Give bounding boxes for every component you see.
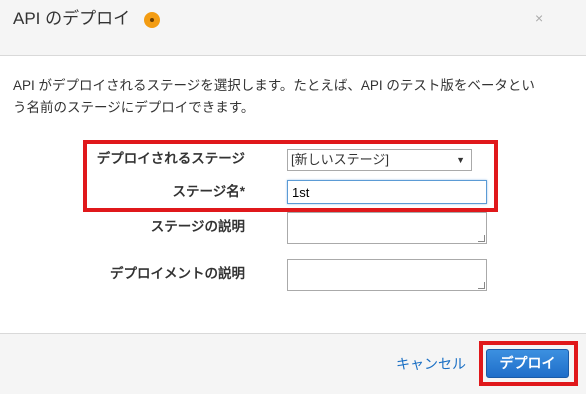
stage-name-label: ステージ名* [172, 184, 245, 199]
deploy-button[interactable]: デプロイ [486, 349, 569, 378]
stage-description-textarea[interactable] [287, 212, 487, 244]
modal-header: API のデプロイ × [0, 0, 586, 56]
modal-description: API がデプロイされるステージを選択します。たとえば、API のテスト版をベー… [13, 75, 573, 119]
chevron-down-icon: ▼ [456, 155, 465, 165]
deployment-description-textarea[interactable] [287, 259, 487, 291]
info-icon[interactable] [144, 12, 160, 28]
resize-handle-icon[interactable] [478, 235, 485, 242]
description-line-1: API がデプロイされるステージを選択します。たとえば、API のテスト版をベー… [13, 78, 535, 93]
cancel-button[interactable]: キャンセル [396, 355, 466, 373]
stage-name-input[interactable] [287, 180, 487, 204]
stage-description-label: ステージの説明 [150, 219, 245, 234]
deploy-stage-label: デプロイされるステージ [96, 151, 245, 166]
modal-title: API のデプロイ [13, 9, 131, 28]
deploy-stage-value: [新しいステージ] [291, 152, 389, 167]
description-line-2: う名前のステージにデプロイできます。 [13, 100, 255, 115]
resize-handle-icon[interactable] [478, 282, 485, 289]
deploy-stage-select[interactable]: [新しいステージ] ▼ [287, 149, 472, 171]
deployment-description-label: デプロイメントの説明 [110, 266, 245, 281]
close-icon[interactable]: × [535, 10, 543, 26]
